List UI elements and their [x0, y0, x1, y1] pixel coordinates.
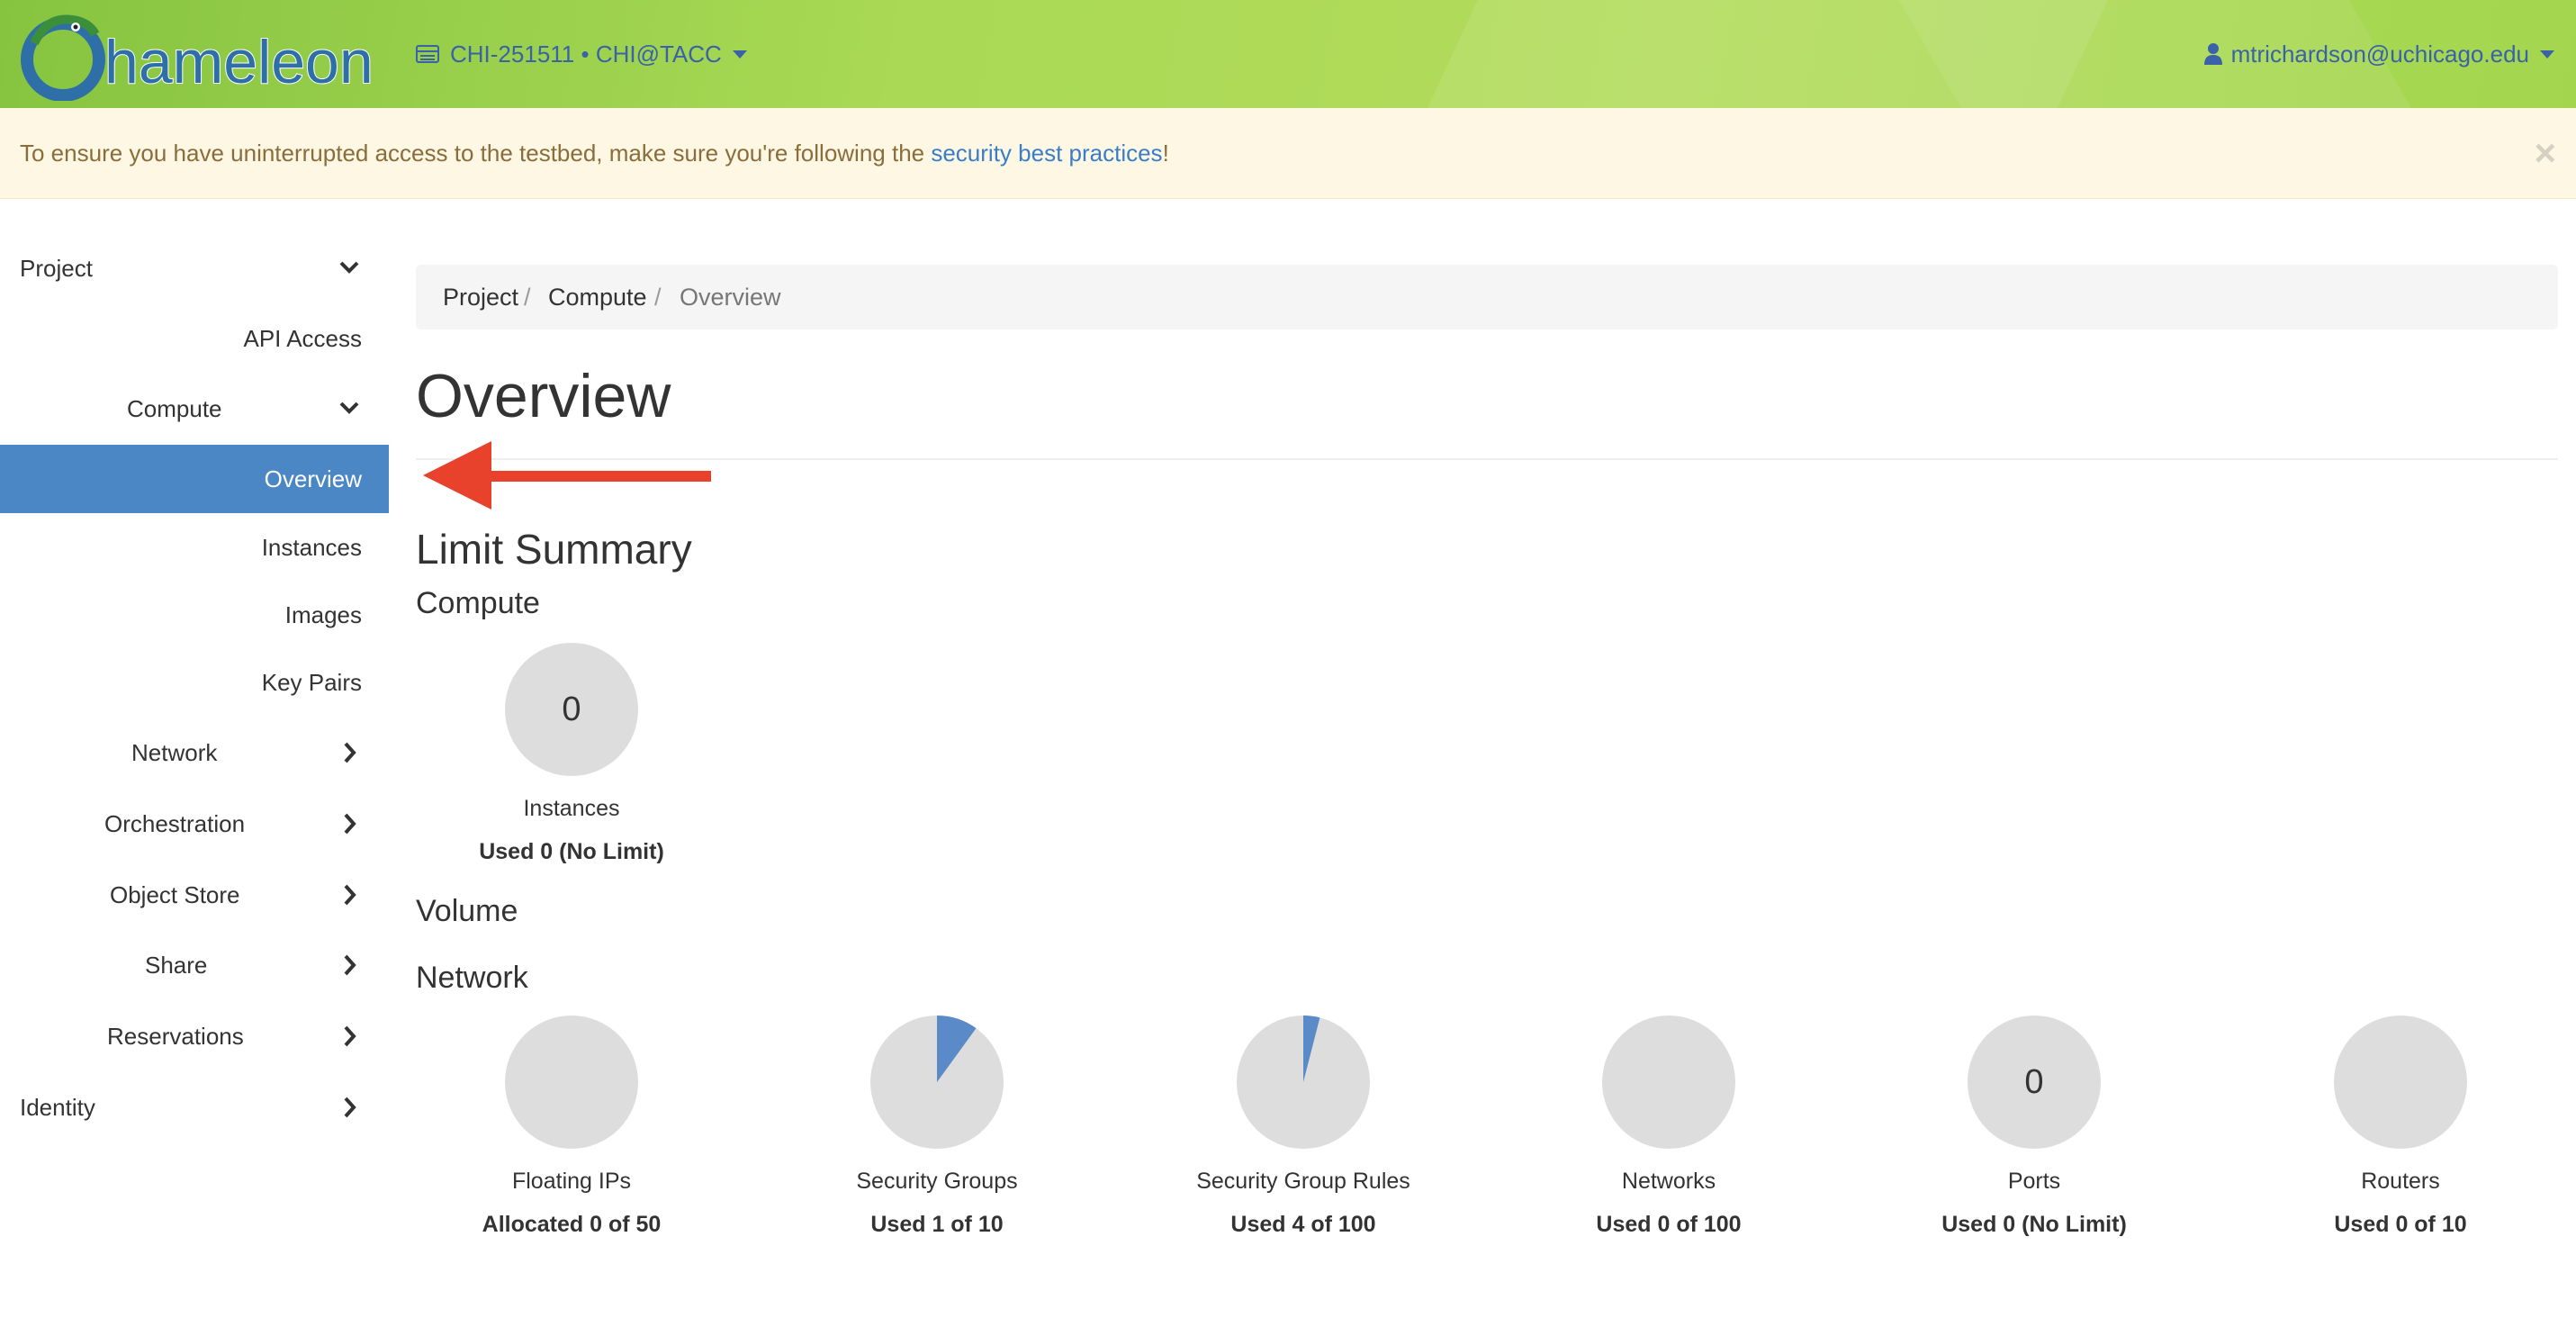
pie-label: Security Group Rules	[1196, 1169, 1410, 1194]
limit-summary-heading: Limit Summary	[416, 526, 692, 573]
sidebar-item-label: Share	[145, 952, 208, 979]
breadcrumb-separator: /	[524, 284, 531, 311]
pie-usage: Allocated 0 of 50	[482, 1212, 662, 1237]
breadcrumb-compute[interactable]: Compute	[548, 265, 647, 330]
chevron-right-icon	[344, 954, 356, 976]
chevron-right-icon	[344, 1025, 356, 1047]
alert-message: To ensure you have uninterrupted access …	[20, 108, 1169, 198]
pie-count	[1602, 1016, 1735, 1149]
security-best-practices-link[interactable]: security best practices	[931, 140, 1162, 167]
pie-usage: Used 0 (No Limit)	[479, 839, 664, 864]
chevron-right-icon	[344, 813, 356, 835]
pie-count	[2334, 1016, 2467, 1149]
sidebar-item-overview[interactable]: Overview	[0, 445, 389, 513]
chevron-right-icon	[344, 884, 356, 906]
pie-label: Networks	[1621, 1169, 1716, 1194]
chevron-right-icon	[344, 1097, 356, 1118]
chevron-down-icon	[732, 50, 747, 59]
user-menu-dropdown[interactable]: mtrichardson@uchicago.edu	[2203, 34, 2554, 74]
sidebar-item-label: Key Pairs	[261, 669, 362, 696]
chevron-down-icon	[339, 261, 359, 274]
pie-label: Ports	[2007, 1169, 2061, 1194]
breadcrumb: Project / Compute / Overview	[416, 265, 2558, 330]
pie-floating-ips: Floating IPs Allocated 0 of 50	[410, 1016, 734, 1250]
sidebar-item-orchestration[interactable]: Orchestration	[0, 790, 389, 858]
close-icon[interactable]: ×	[2534, 108, 2556, 198]
sidebar-item-label: Images	[284, 601, 362, 628]
pie-count	[505, 1016, 638, 1149]
sidebar-item-images[interactable]: Images	[0, 581, 389, 649]
compute-heading: Compute	[416, 586, 540, 620]
pie-usage: Used 4 of 100	[1230, 1212, 1376, 1237]
pie-instances: 0 Instances Used 0 (No Limit)	[410, 643, 734, 877]
pie-count	[870, 1016, 1004, 1149]
breadcrumb-project[interactable]: Project	[443, 265, 518, 330]
top-navbar: hameleon CHI-251511 • CHI@TACC mtrichard…	[0, 0, 2576, 108]
page-title: Overview	[416, 362, 671, 430]
user-icon	[2203, 43, 2222, 65]
pie-ports: 0 Ports Used 0 (No Limit)	[1872, 1016, 2196, 1250]
alert-text-end: !	[1162, 140, 1169, 167]
pie-usage: Used 0 of 100	[1596, 1212, 1742, 1237]
sidebar-item-object-store[interactable]: Object Store	[0, 861, 389, 929]
title-divider	[416, 458, 2558, 460]
pie-count: 0	[2024, 1063, 2044, 1101]
security-alert-banner: To ensure you have uninterrupted access …	[0, 108, 2576, 199]
sidebar-item-reservations[interactable]: Reservations	[0, 1002, 389, 1070]
sidebar-item-key-pairs[interactable]: Key Pairs	[0, 648, 389, 717]
pie-count	[1237, 1016, 1370, 1149]
chevron-down-icon	[2540, 50, 2554, 59]
breadcrumb-current: Overview	[680, 284, 781, 311]
pie-usage: Used 1 of 10	[870, 1212, 1004, 1237]
pie-count: 0	[562, 691, 581, 728]
sidebar-item-label: Orchestration	[104, 810, 246, 837]
user-email: mtrichardson@uchicago.edu	[2230, 40, 2529, 68]
sidebar-item-instances[interactable]: Instances	[0, 513, 389, 582]
pie-label: Routers	[2361, 1169, 2440, 1194]
red-arrow-annotation	[423, 441, 711, 510]
pie-label: Instances	[523, 796, 620, 821]
sidebar-item-label: Overview	[264, 465, 362, 492]
chevron-down-icon	[339, 402, 359, 414]
pie-label: Security Groups	[856, 1169, 1018, 1194]
sidebar-item-project[interactable]: Project	[0, 234, 389, 302]
pie-security-groups: Security Groups Used 1 of 10	[775, 1016, 1099, 1250]
sidebar-item-api-access[interactable]: API Access	[0, 304, 389, 373]
svg-text:hameleon: hameleon	[104, 28, 374, 96]
sidebar-item-label: Instances	[261, 534, 362, 561]
project-list-icon	[416, 45, 439, 63]
sidebar-item-label: Project	[20, 255, 93, 282]
volume-heading: Volume	[416, 894, 518, 928]
sidebar-item-label: Identity	[20, 1094, 95, 1121]
pie-label: Floating IPs	[511, 1169, 631, 1194]
sidebar-item-label: API Access	[243, 325, 363, 352]
pie-usage: Used 0 of 10	[2334, 1212, 2467, 1237]
project-switcher-label: CHI-251511 • CHI@TACC	[450, 40, 722, 68]
pie-usage: Used 0 (No Limit)	[1941, 1212, 2127, 1237]
sidebar-item-label: Object Store	[110, 881, 240, 908]
pie-networks: Networks Used 0 of 100	[1507, 1016, 1831, 1250]
breadcrumb-separator: /	[654, 284, 662, 311]
pie-routers: Routers Used 0 of 10	[2238, 1016, 2562, 1250]
sidebar-item-compute[interactable]: Compute	[0, 375, 389, 443]
sidebar-item-label: Reservations	[107, 1023, 244, 1050]
sidebar-item-label: Compute	[127, 395, 222, 422]
sidebar-item-identity[interactable]: Identity	[0, 1073, 389, 1142]
network-heading: Network	[416, 961, 528, 995]
sidebar-item-share[interactable]: Share	[0, 931, 389, 999]
pie-security-group-rules: Security Group Rules Used 4 of 100	[1141, 1016, 1465, 1250]
chameleon-logo[interactable]: hameleon	[16, 7, 385, 101]
chevron-right-icon	[344, 742, 356, 763]
sidebar-nav: Project API Access Compute Overview Inst…	[0, 198, 389, 1318]
sidebar-item-network[interactable]: Network	[0, 718, 389, 787]
project-switcher-dropdown[interactable]: CHI-251511 • CHI@TACC	[416, 34, 747, 74]
alert-text: To ensure you have uninterrupted access …	[20, 140, 932, 167]
sidebar-item-label: Network	[131, 739, 218, 766]
